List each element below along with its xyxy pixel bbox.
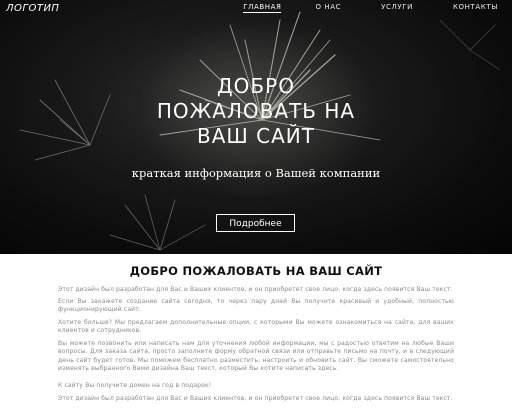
content-paragraph: Вы можете позвонить или написать нам для…	[58, 340, 454, 373]
site-logo[interactable]: ЛОГОТИП	[6, 3, 59, 14]
main-navigation: ГЛАВНАЯ О НАС УСЛУГИ КОНТАКТЫ	[243, 3, 498, 13]
nav-item-about[interactable]: О НАС	[315, 3, 341, 13]
nav-item-services[interactable]: УСЛУГИ	[381, 3, 413, 13]
content-paragraph: Этот дизайн был разработан для Вас и Ваш…	[58, 395, 453, 402]
content-paragraph: К сайту Вы получите домен на год в подар…	[58, 382, 212, 389]
content-heading: ДОБРО ПОЖАЛОВАТЬ НА ВАШ САЙТ	[129, 264, 383, 278]
more-details-button[interactable]: Подробнее	[216, 214, 295, 232]
hero-subtitle: краткая информация о Вашей компании	[131, 166, 381, 180]
content-paragraph: Хотите больше? Мы предлагаем дополнитель…	[58, 319, 454, 335]
content-paragraph: Если Вы закажете создание сайта сегодня,…	[58, 298, 454, 314]
nav-item-contacts[interactable]: КОНТАКТЫ	[453, 3, 498, 13]
nav-item-home[interactable]: ГЛАВНАЯ	[243, 3, 282, 13]
hero-title: ДОБРО ПОЖАЛОВАТЬ НА ВАШ САЙТ	[156, 74, 356, 148]
hero-section: ЛОГОТИП ГЛАВНАЯ О НАС УСЛУГИ КОНТАКТЫ ДО…	[0, 0, 512, 254]
content-paragraph: Этот дизайн был разработан для Вас и Ваш…	[58, 286, 453, 293]
